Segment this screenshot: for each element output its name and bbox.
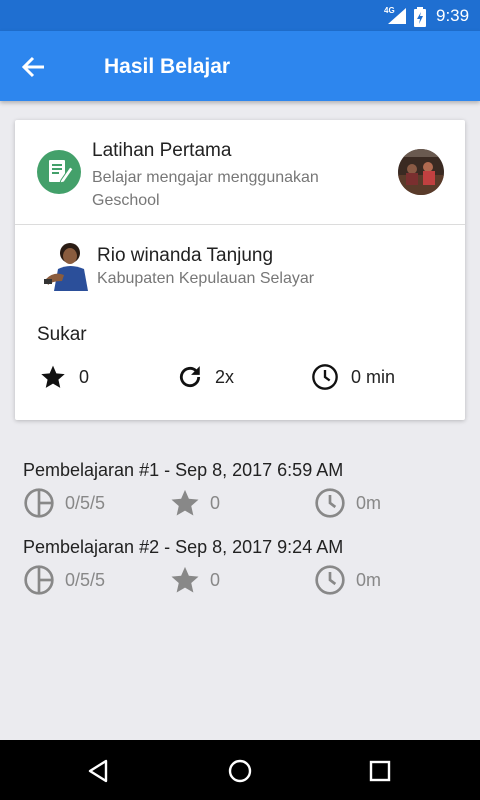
system-nav-bar xyxy=(0,740,480,800)
recents-square-icon[interactable] xyxy=(367,758,393,784)
signal-icon xyxy=(388,8,406,24)
user-region: Kabupaten Kepulauan Selayar xyxy=(97,270,315,287)
page-title: Hasil Belajar xyxy=(104,55,231,78)
time-value: 0m xyxy=(356,569,382,590)
stars-stat: 0 xyxy=(170,564,220,596)
stars-value: 0 xyxy=(210,569,221,590)
star-icon xyxy=(171,489,199,516)
status-bar: 4G 9:39 xyxy=(0,0,480,31)
pie-chart-icon xyxy=(24,565,54,595)
refresh-icon xyxy=(179,366,201,388)
list-item[interactable]: Pembelajaran #1 - Sep 8, 2017 6:59 AM 0/… xyxy=(23,460,463,519)
avatar xyxy=(40,239,88,291)
course-title: Latihan Pertama xyxy=(92,140,232,161)
attempts-stat: 2x xyxy=(177,364,234,390)
clock-icon xyxy=(315,488,345,518)
clock-icon xyxy=(315,565,345,595)
home-circle-icon[interactable] xyxy=(227,758,253,784)
result-card: Latihan Pertama Belajar mengajar menggun… xyxy=(15,120,465,420)
duration-stat: 0 min xyxy=(311,364,395,390)
arrow-left-icon[interactable] xyxy=(18,53,50,81)
user-name: Rio winanda Tanjung xyxy=(97,245,274,266)
clock-icon xyxy=(312,364,338,390)
battery-charging-icon xyxy=(414,7,426,27)
score-stat: 0/5/5 xyxy=(23,487,105,519)
session-title: Pembelajaran #1 - Sep 8, 2017 6:59 AM xyxy=(23,460,344,480)
score-value: 0/5/5 xyxy=(65,569,106,590)
stars-stat: 0 xyxy=(170,487,220,519)
stars-value: 0 xyxy=(210,492,221,513)
attempts-value: 2x xyxy=(215,366,235,387)
time-value: 0m xyxy=(356,492,382,513)
divider xyxy=(15,224,465,225)
document-edit-icon xyxy=(37,150,81,194)
difficulty-level: Sukar xyxy=(37,324,87,345)
time-stat: 0m xyxy=(314,564,381,596)
clock: 9:39 xyxy=(436,6,470,25)
course-description: Belajar mengajar menggunakan Geschool xyxy=(92,169,319,209)
star-icon xyxy=(171,566,199,593)
star-icon xyxy=(41,365,65,388)
course-thumbnail xyxy=(398,149,444,195)
duration-value: 0 min xyxy=(351,366,396,387)
list-item[interactable]: Pembelajaran #2 - Sep 8, 2017 9:24 AM 0/… xyxy=(23,537,463,596)
score-stat: 0/5/5 xyxy=(23,564,105,596)
stars-stat: 0 xyxy=(39,364,89,390)
back-triangle-icon[interactable] xyxy=(86,758,112,784)
score-value: 0/5/5 xyxy=(65,492,106,513)
time-stat: 0m xyxy=(314,487,381,519)
stars-value: 0 xyxy=(79,366,90,387)
pie-chart-icon xyxy=(24,488,54,518)
app-bar: Hasil Belajar xyxy=(0,31,480,101)
session-title: Pembelajaran #2 - Sep 8, 2017 9:24 AM xyxy=(23,537,344,557)
